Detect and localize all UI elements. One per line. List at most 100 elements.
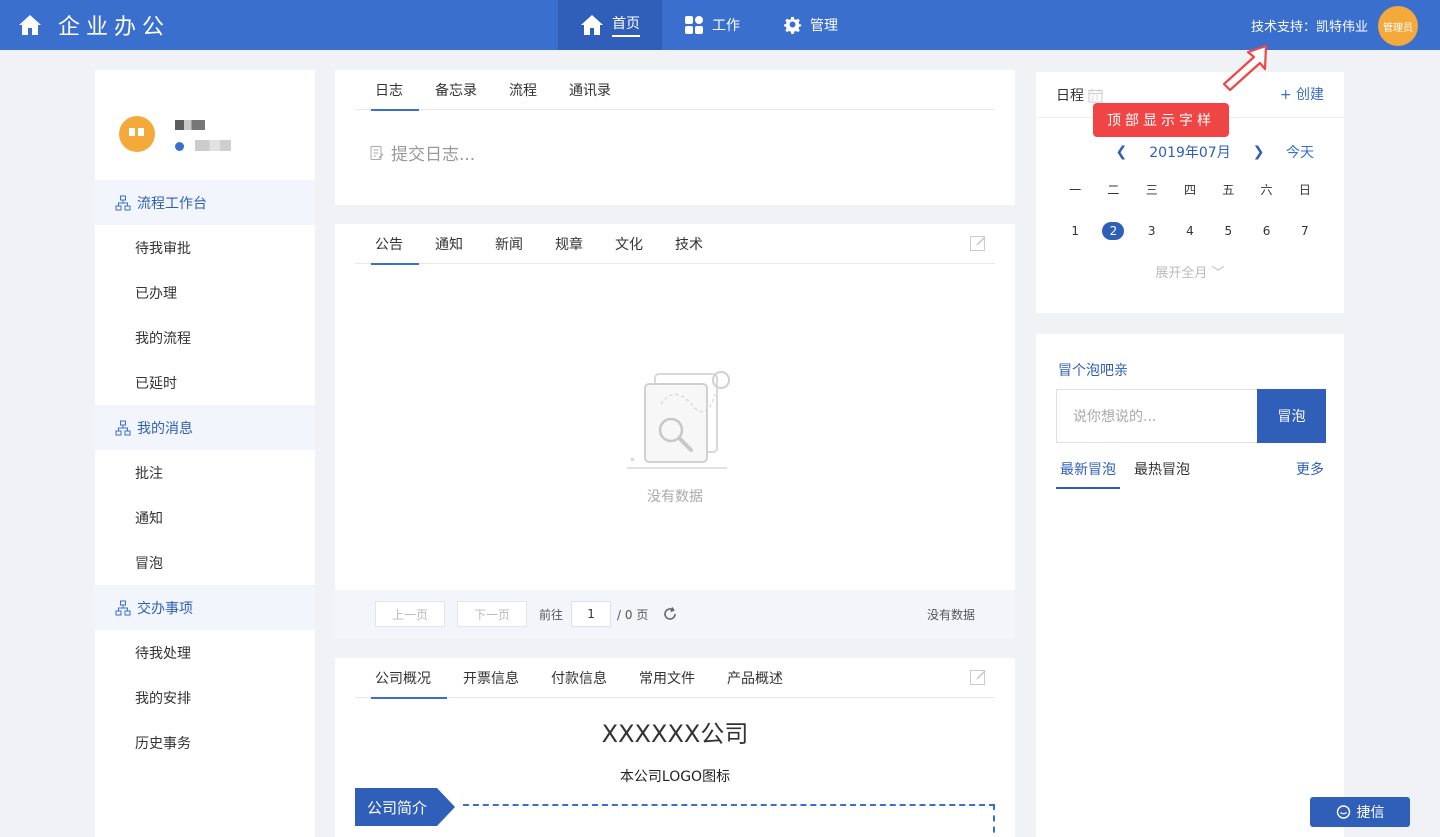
sidebar-item[interactable]: 待我处理: [95, 630, 315, 675]
tab-item[interactable]: 备忘录: [419, 70, 493, 110]
expand-month-button[interactable]: 展开全月 ﹀: [1036, 262, 1344, 281]
sidebar-group-title: 流程工作台: [137, 195, 207, 212]
sidebar-item[interactable]: 我的安排: [95, 675, 315, 720]
sidebar-item[interactable]: 待我审批: [95, 225, 315, 270]
weekday-label: 一: [1069, 183, 1082, 197]
day-row: 1 2 3 4 5 6 7: [1056, 220, 1324, 242]
bubble-submit-button[interactable]: 冒泡: [1257, 389, 1326, 443]
sidebar-item[interactable]: 历史事务: [95, 720, 315, 765]
nav-work[interactable]: 工作: [662, 0, 762, 50]
calendar-day[interactable]: 3: [1133, 220, 1171, 242]
calendar-icon[interactable]: [1088, 88, 1103, 103]
intro-dashed-frame: [463, 804, 995, 837]
nav-home[interactable]: 首页: [558, 0, 662, 50]
company-tabs: 公司概况 开票信息 付款信息 常用文件 产品概述: [355, 658, 995, 699]
weekday-row: 一二三四五六日: [1056, 179, 1324, 201]
prev-month-icon[interactable]: ❮: [1116, 144, 1128, 160]
tab-item[interactable]: 常用文件: [623, 658, 711, 698]
chevron-down-icon: ﹀: [1211, 266, 1225, 281]
next-month-icon[interactable]: ❯: [1253, 144, 1265, 160]
tab-item[interactable]: 通讯录: [553, 70, 627, 110]
bubble-tabs: 最新冒泡 最热冒泡: [1056, 459, 1324, 489]
nav-manage[interactable]: 管理: [762, 0, 860, 50]
weekday-label: 五: [1222, 183, 1235, 197]
sidebar-item[interactable]: 通知: [95, 495, 315, 540]
calendar-day[interactable]: 5: [1209, 220, 1247, 242]
calendar-title: 日程: [1056, 85, 1103, 105]
calendar-day-number: 4: [1186, 224, 1194, 238]
refresh-icon[interactable]: [662, 606, 678, 622]
app-title: 企业办公: [58, 15, 171, 40]
sidebar-item[interactable]: 冒泡: [95, 540, 315, 585]
intro-arrow: [437, 788, 456, 826]
edit-icon[interactable]: [969, 668, 987, 686]
home-icon: [19, 15, 41, 35]
notice-tabs: 公告 通知 新闻 规章 文化 技术: [355, 224, 995, 265]
tab-item[interactable]: 公司概况: [355, 658, 447, 699]
calendar-title-text: 日程: [1056, 88, 1084, 104]
user-avatar[interactable]: 管理员: [1378, 6, 1418, 46]
calendar-day[interactable]: 1: [1056, 220, 1094, 242]
prev-page-button[interactable]: 上一页: [375, 601, 445, 627]
page-number-input[interactable]: 1: [571, 601, 612, 627]
tab-item[interactable]: 技术: [659, 224, 719, 264]
sidebar-item[interactable]: 批注: [95, 450, 315, 495]
calendar-day[interactable]: 6: [1247, 220, 1285, 242]
tab-item[interactable]: 付款信息: [535, 658, 623, 698]
today-button[interactable]: 今天: [1286, 142, 1314, 162]
chat-label: 捷信: [1356, 805, 1385, 821]
create-schedule-button[interactable]: + 创建: [1280, 84, 1324, 104]
sidebar-item[interactable]: 我的流程: [95, 315, 315, 360]
tab-item[interactable]: 新闻: [479, 224, 539, 264]
intro-label: 公司简介: [355, 788, 438, 826]
brand[interactable]: 企业办公: [18, 0, 170, 50]
nav-home-label: 首页: [612, 13, 640, 37]
sidebar-item[interactable]: 已延时: [95, 360, 315, 405]
empty-state: 没有数据: [335, 364, 1015, 506]
sidebar-group[interactable]: 流程工作台: [95, 180, 315, 225]
calendar-day[interactable]: 4: [1171, 220, 1209, 242]
intro-tag: 公司简介: [355, 788, 456, 826]
profile-dept-blurred: [195, 140, 231, 151]
tab-hottest[interactable]: 最热冒泡: [1130, 459, 1194, 489]
avatar[interactable]: [119, 116, 155, 152]
sidebar-group[interactable]: 我的消息: [95, 405, 315, 450]
calendar-day-number: 3: [1147, 224, 1156, 238]
nav-work-label: 工作: [712, 18, 740, 34]
empty-text: 没有数据: [647, 489, 703, 505]
calendar-day-number: 6: [1262, 224, 1271, 238]
top-navbar: 企业办公 首页 工作 管理 技术支持：凯特伟业 管理员: [0, 0, 1440, 50]
tab-item[interactable]: 文化: [599, 224, 659, 264]
sidebar-item[interactable]: 已办理: [95, 270, 315, 315]
next-page-button[interactable]: 下一页: [457, 601, 527, 627]
more-link[interactable]: 更多: [1296, 459, 1324, 479]
tab-item[interactable]: 日志: [355, 70, 419, 111]
note-icon: [370, 145, 384, 160]
log-input[interactable]: 提交日志...: [369, 140, 475, 165]
calendar-day[interactable]: 2: [1094, 220, 1132, 242]
chat-button[interactable]: 捷信: [1310, 797, 1410, 827]
bubble-input[interactable]: 说你想说的...: [1056, 389, 1258, 443]
org-tree-icon: [115, 420, 131, 435]
org-tree-icon: [115, 195, 131, 210]
calendar-day[interactable]: 7: [1286, 220, 1324, 242]
tab-item[interactable]: 流程: [493, 70, 553, 110]
weekday-label: 六: [1260, 183, 1273, 197]
log-placeholder: 提交日志...: [391, 145, 476, 165]
grid-icon: [685, 16, 703, 34]
tab-item[interactable]: 通知: [419, 224, 479, 264]
chat-icon: [1336, 804, 1350, 819]
gear-icon: [784, 16, 802, 34]
sidebar-group[interactable]: 交办事项: [95, 585, 315, 630]
tab-item[interactable]: 规章: [539, 224, 599, 264]
weekday-label: 二: [1107, 183, 1120, 197]
tab-latest[interactable]: 最新冒泡: [1056, 459, 1120, 489]
log-card: 日志 备忘录 流程 通讯录 提交日志...: [335, 70, 1015, 205]
tab-item[interactable]: 公告: [355, 224, 419, 265]
weekday-label: 日: [1298, 183, 1311, 197]
log-tabs: 日志 备忘录 流程 通讯录: [355, 70, 995, 111]
tab-item[interactable]: 开票信息: [447, 658, 535, 698]
tab-item[interactable]: 产品概述: [711, 658, 799, 698]
calendar-day-number: 7: [1301, 224, 1309, 238]
edit-icon[interactable]: [969, 234, 987, 252]
